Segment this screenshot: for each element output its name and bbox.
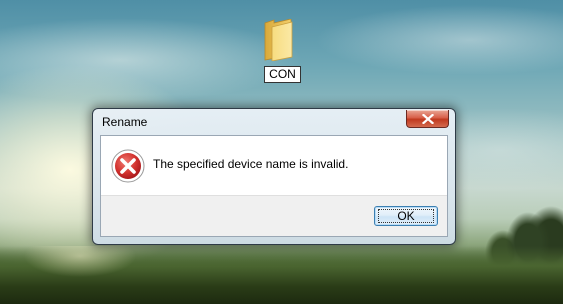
rename-dialog: Rename The specified device name is inva… [92, 108, 456, 245]
close-button[interactable] [406, 110, 449, 128]
dialog-content: The specified device name is invalid. OK [100, 135, 448, 237]
dialog-title: Rename [102, 115, 148, 129]
button-area: OK [101, 195, 447, 236]
ok-button[interactable]: OK [374, 206, 438, 226]
title-bar[interactable]: Rename [93, 109, 455, 136]
wallpaper-field [0, 246, 563, 304]
folder-icon[interactable] [262, 19, 294, 61]
ok-button-label: OK [397, 209, 415, 223]
close-icon [422, 114, 434, 124]
folder-name-edit-box[interactable]: CON [264, 66, 301, 83]
error-icon [111, 149, 145, 183]
error-message: The specified device name is invalid. [153, 157, 349, 171]
